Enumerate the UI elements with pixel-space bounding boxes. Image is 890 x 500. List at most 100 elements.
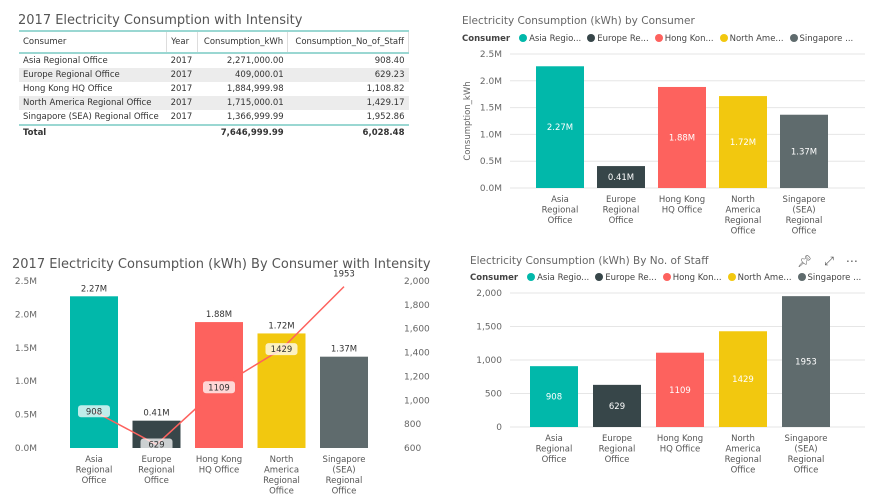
x-tick-label: Regional	[599, 445, 636, 455]
x-tick-label: (SEA)	[792, 206, 815, 216]
y-tick-label: 2.5M	[480, 50, 502, 60]
legend-item[interactable]: Singapore ...	[797, 273, 861, 283]
table-cell: 2,271,000.00	[226, 56, 284, 66]
legend-dot-icon	[654, 34, 663, 42]
focus-mode-icon[interactable]: ⤢	[824, 254, 834, 269]
legend-dot-icon	[789, 34, 798, 42]
data-label: 1.72M	[730, 138, 756, 148]
table-cell: 1,429.17	[287, 96, 409, 110]
table-row: Hong Kong HQ Office 2017 1,884,999.98 1,108…	[19, 82, 409, 96]
x-tick-label: Regional	[263, 476, 300, 486]
x-tick-label: Regional	[786, 216, 823, 226]
x-tick-label: Office	[731, 466, 756, 476]
x-tick-label: North	[270, 455, 294, 465]
chart1-title: Electricity Consumption (kWh) by Consume…	[462, 15, 695, 27]
legend-dot-icon	[595, 273, 604, 281]
x-tick-label: HQ Office	[199, 466, 240, 476]
x-tick-label: Europe	[602, 434, 632, 444]
x-tick-label: Singapore	[783, 195, 826, 205]
chart1-legend: Consumer Asia Regio... Europe Re... Hong Ko…	[462, 34, 853, 44]
x-tick-label: America	[725, 206, 760, 216]
table-cell: 409,000.01	[197, 68, 288, 82]
legend-dot-icon	[527, 273, 536, 281]
y-tick-label: 1,500	[476, 323, 502, 333]
y2-tick-label: 2,000	[404, 277, 430, 287]
table-cell: Asia Regional Office	[23, 56, 108, 66]
pin-icon[interactable]: 📌︎	[797, 254, 812, 269]
legend-item[interactable]: Singapore ...	[789, 34, 853, 44]
x-tick-label: Regional	[138, 466, 175, 476]
chart3-consumption-by-staff: 05001,0001,5002,000908AsiaRegionalOffice…	[476, 289, 865, 476]
x-tick-label: America	[725, 445, 760, 455]
legend-dot-icon	[519, 34, 528, 42]
table-title: 2017 Electricity Consumption with Intens…	[18, 13, 303, 28]
legend-dot-icon	[719, 34, 728, 42]
x-tick-label: HQ Office	[662, 206, 703, 216]
legend-item[interactable]: Europe Re...	[595, 273, 657, 283]
legend-item[interactable]: North Ame...	[719, 34, 784, 44]
x-tick-label: (SEA)	[332, 466, 355, 476]
table-cell: 1,884,999.98	[226, 84, 284, 94]
table-cell: 629.23	[287, 68, 409, 82]
table-cell: 2017	[166, 96, 198, 110]
table-cell: 1,952.86	[366, 112, 405, 122]
data-label: 1.37M	[791, 147, 817, 157]
data-label: 1109	[669, 386, 691, 396]
x-tick-label: Office	[269, 487, 294, 497]
table-row: North America Regional Office 2017 1,715,0…	[19, 96, 409, 110]
data-label: 2.27M	[81, 284, 107, 294]
data-label: 2.27M	[547, 123, 573, 133]
total-row: Total 7,646,999.99 6,028.48	[19, 124, 409, 140]
x-tick-label: Office	[605, 455, 630, 465]
table-row: Europe Regional Office 2017 409,000.01 629.…	[19, 68, 409, 82]
legend-item[interactable]: North Ame...	[727, 273, 792, 283]
y2-tick-label: 1,200	[404, 372, 430, 382]
y-tick-label: 0.0M	[15, 444, 37, 454]
column-header[interactable]: Consumption_kWh	[197, 30, 289, 54]
x-tick-label: Office	[794, 466, 819, 476]
x-tick-label: Regional	[725, 455, 762, 465]
table-cell: 2017	[170, 112, 193, 122]
legend-item[interactable]: Hong Kon...	[662, 273, 722, 283]
bar	[70, 296, 118, 448]
table-cell	[166, 124, 198, 140]
y2-tick-label: 1,000	[404, 396, 430, 406]
x-tick-label: Hong Kong	[659, 195, 705, 205]
legend-dot-icon	[797, 273, 806, 281]
table-cell: 1,366,999.99	[226, 112, 284, 122]
column-header[interactable]: Consumption_No_of_Staff	[287, 30, 409, 54]
y-axis-label: Consumption_kWh	[463, 81, 473, 160]
y-tick-label: 1.5M	[15, 344, 37, 354]
bar	[320, 356, 368, 448]
x-tick-label: Regional	[788, 455, 825, 465]
column-header[interactable]: Consumer	[19, 30, 168, 54]
x-tick-label: North	[731, 434, 755, 444]
x-tick-label: (SEA)	[794, 445, 817, 455]
x-tick-label: Asia	[551, 195, 569, 205]
y2-tick-label: 1,600	[404, 325, 430, 335]
column-header[interactable]: Year	[166, 30, 198, 54]
data-label: 629	[609, 402, 625, 412]
x-tick-label: Office	[542, 455, 567, 465]
y2-tick-label: 1,800	[404, 301, 430, 311]
data-label: 0.41M	[143, 409, 169, 419]
data-label: 1.88M	[669, 133, 695, 143]
chart1-consumption-by-consumer: 0.0M 0.5M 1.0M 1.5M 2.0M 2.5M Consumption_kWh 2…	[463, 50, 865, 237]
y-tick-label: 2.0M	[15, 310, 37, 320]
table-cell: Singapore (SEA) Regional Office	[23, 112, 159, 122]
legend-item[interactable]: Europe Re...	[587, 34, 649, 44]
legend-item[interactable]: Asia Regio...	[527, 273, 589, 283]
more-options-icon[interactable]: ⋯	[846, 254, 858, 269]
x-tick-label: Regional	[603, 206, 640, 216]
x-tick-label: North	[731, 195, 755, 205]
legend-item[interactable]: Asia Regio...	[519, 34, 581, 44]
y2-tick-label: 800	[404, 420, 421, 430]
x-tick-label: Singapore	[323, 455, 366, 465]
data-label: 908	[546, 393, 562, 403]
table-cell: North America Regional Office	[19, 96, 167, 110]
table-cell: 2017	[166, 68, 198, 82]
legend-dot-icon	[662, 273, 671, 281]
legend-title: Consumer	[470, 273, 519, 283]
table-cell: 1,108.82	[366, 84, 405, 94]
legend-item[interactable]: Hong Kon...	[654, 34, 714, 44]
